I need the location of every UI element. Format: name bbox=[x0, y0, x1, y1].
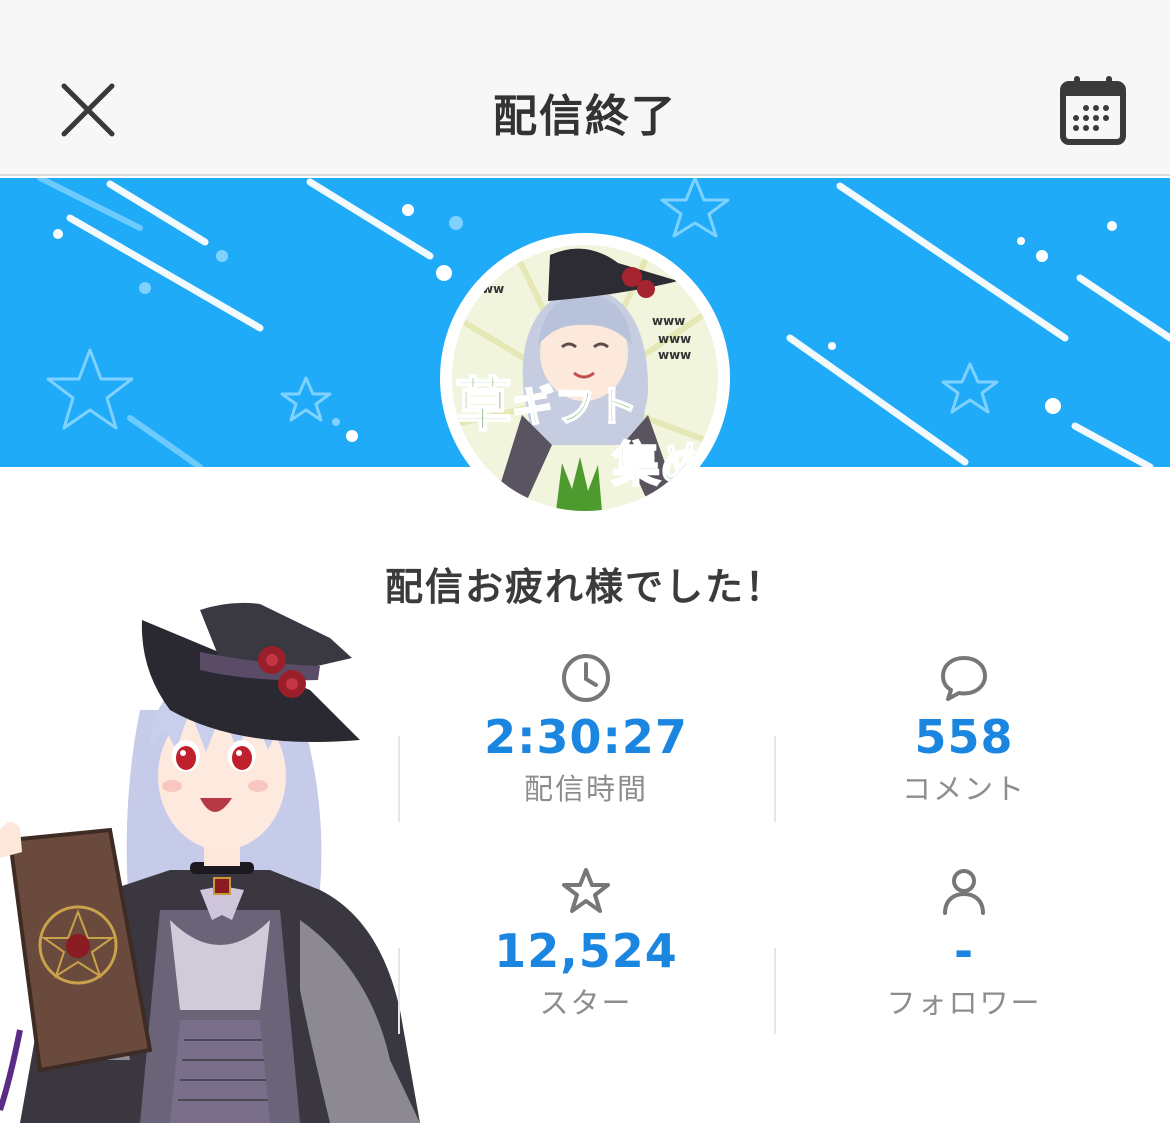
stat-followers: - フォロワー bbox=[776, 866, 1152, 1022]
person-icon bbox=[943, 869, 985, 915]
clock-icon bbox=[562, 654, 610, 702]
svg-text:草: 草 bbox=[454, 371, 512, 439]
page-title: 配信終了 bbox=[493, 91, 677, 142]
avatar: 草 ギフト 集め ww www www www bbox=[452, 245, 718, 511]
top-bar: 配信終了 bbox=[0, 0, 1170, 176]
svg-text:www: www bbox=[658, 348, 691, 362]
duration-value: 2:30:27 bbox=[484, 710, 688, 764]
star-icon bbox=[562, 868, 610, 913]
stat-duration: 2:30:27 配信時間 bbox=[398, 652, 774, 808]
comments-label: コメント bbox=[901, 772, 1026, 806]
followers-value: - bbox=[953, 924, 975, 978]
calendar-button[interactable] bbox=[1060, 74, 1126, 146]
svg-text:www: www bbox=[652, 314, 685, 328]
svg-text:www: www bbox=[658, 332, 691, 346]
comments-value: 558 bbox=[914, 710, 1014, 764]
svg-text:ギフト: ギフト bbox=[512, 382, 638, 431]
stars-label: スター bbox=[539, 986, 633, 1020]
avatar-image: 草 ギフト 集め wwwww wwwwww bbox=[452, 245, 718, 511]
comment-icon bbox=[941, 656, 987, 701]
stat-comments: 558 コメント bbox=[776, 652, 1152, 808]
character-image bbox=[0, 602, 420, 1123]
character-illustration bbox=[0, 590, 430, 1123]
stat-stars: 12,524 スター bbox=[398, 866, 774, 1022]
calendar-icon bbox=[1060, 76, 1126, 145]
followers-label: フォロワー bbox=[886, 986, 1042, 1020]
duration-label: 配信時間 bbox=[523, 772, 648, 806]
stars-value: 12,524 bbox=[494, 924, 678, 978]
